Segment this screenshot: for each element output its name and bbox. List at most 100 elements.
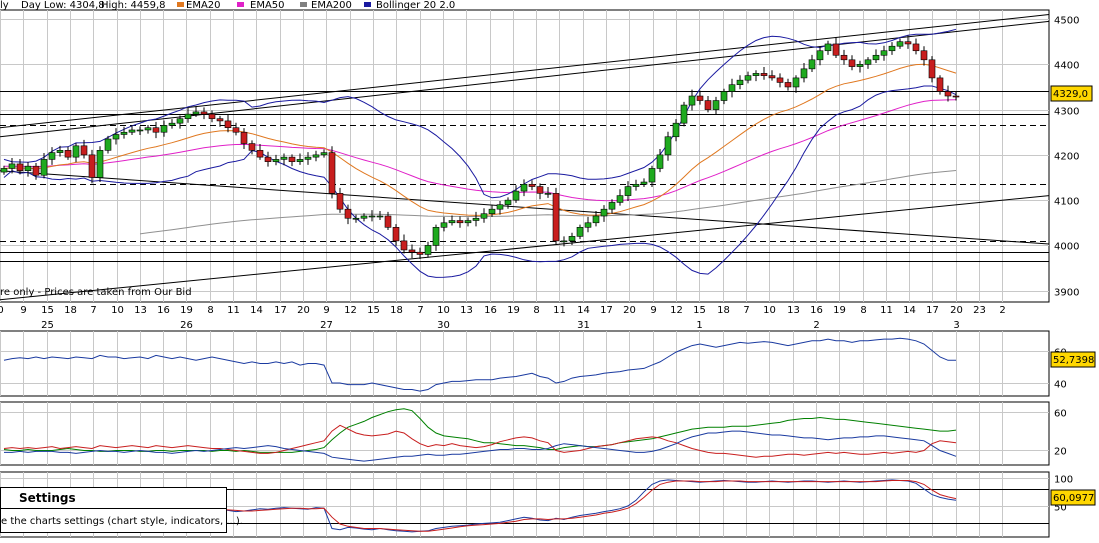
day-tick-label: 31 [577, 320, 590, 331]
price-tick-label: 4100 [1054, 197, 1079, 208]
bearish-candle [928, 59, 936, 79]
bullish-candle [752, 73, 760, 76]
bullish-candle [672, 122, 680, 138]
bullish-candle [472, 217, 480, 221]
hour-tick-label: 14 [577, 305, 590, 316]
bearish-candle [904, 41, 912, 45]
hour-tick-label: 19 [180, 305, 193, 316]
hour-tick-label: 9 [20, 305, 26, 316]
bearish-candle [760, 73, 768, 76]
bearish-candle [912, 43, 920, 52]
tooltip-body: e the charts settings (chart style, indi… [1, 516, 243, 527]
hour-tick-label: 9 [650, 305, 656, 316]
hour-tick-label: 13 [134, 305, 147, 316]
hour-tick-label: 11 [227, 305, 240, 316]
price-source-note: re only - Prices are taken from Our Bid [0, 287, 192, 298]
rsi-pane[interactable] [0, 330, 1050, 397]
bullish-candle [192, 111, 200, 115]
bullish-candle [520, 183, 528, 192]
bearish-candle [400, 240, 408, 251]
hour-tick-label: 16 [484, 305, 497, 316]
bearish-candle [696, 95, 704, 101]
bullish-candle [272, 159, 280, 162]
bullish-candle [680, 104, 688, 124]
bullish-candle [184, 113, 192, 119]
bearish-candle [776, 77, 784, 83]
bearish-candle [552, 193, 560, 242]
bullish-candle [56, 150, 64, 153]
bullish-candle [568, 236, 576, 242]
bullish-candle [424, 245, 432, 255]
bullish-candle [504, 199, 512, 205]
bullish-candle [368, 215, 376, 218]
bullish-candle [584, 222, 592, 228]
bullish-candle [656, 154, 664, 169]
hour-tick-label: 15 [41, 305, 54, 316]
bullish-candle [128, 129, 136, 133]
bullish-candle [640, 181, 648, 185]
hour-tick-label: 16 [157, 305, 170, 316]
bullish-candle [168, 122, 176, 126]
bullish-candle [120, 131, 128, 135]
bullish-candle [888, 45, 896, 52]
bullish-candle [616, 195, 624, 203]
price-tick-label: 4500 [1054, 16, 1079, 27]
bullish-candle [440, 222, 448, 228]
day-tick-label: 2 [813, 320, 819, 331]
bullish-candle [576, 227, 584, 237]
hour-tick-label: 13 [460, 305, 473, 316]
bullish-candle [112, 134, 120, 140]
legend-ema20: EMA20 [186, 0, 221, 11]
bearish-candle [152, 127, 160, 133]
bullish-candle [144, 127, 152, 131]
bearish-candle [224, 120, 232, 129]
hour-tick-label: 17 [926, 305, 939, 316]
hour-tick-label: 15 [693, 305, 706, 316]
bullish-candle [352, 217, 360, 220]
bullish-candle [728, 84, 736, 92]
bullish-candle [720, 91, 728, 101]
price-tick-label: 4400 [1054, 61, 1079, 72]
day-tick-label: 27 [320, 320, 333, 331]
bearish-candle [256, 150, 264, 158]
bearish-candle [768, 75, 776, 79]
bullish-candle [560, 240, 568, 243]
bullish-candle [736, 79, 744, 85]
hour-tick-label: 17 [274, 305, 287, 316]
hour-tick-label: 14 [903, 305, 916, 316]
bearish-candle [208, 113, 216, 119]
bearish-candle [832, 43, 840, 56]
rsi-badge-value: 52,7398 [1053, 355, 1094, 366]
day-tick-label: 25 [41, 320, 54, 331]
hour-tick-label: 7 [743, 305, 749, 316]
hour-tick-label: 18 [717, 305, 730, 316]
bullish-candle [864, 59, 872, 65]
hour-tick-label: 9 [323, 305, 329, 316]
hour-tick-label: 19 [507, 305, 520, 316]
bullish-candle [712, 100, 720, 110]
hour-tick-label: 0 [0, 305, 4, 316]
price-tick-label: 4300 [1054, 107, 1079, 118]
bullish-candle [488, 208, 496, 215]
ema50-swatch [237, 2, 244, 7]
hour-tick-label: 7 [90, 305, 96, 316]
ema20-swatch [177, 2, 184, 7]
hour-tick-label: 14 [250, 305, 263, 316]
hour-tick-label: 2 [999, 305, 1005, 316]
hour-tick-label: 18 [64, 305, 77, 316]
bullish-candle [448, 220, 456, 224]
legend-period: ly [0, 0, 9, 11]
legend-high: High: 4459,8 [101, 0, 166, 11]
bearish-candle [32, 165, 40, 176]
bullish-candle [360, 215, 368, 219]
bearish-candle [264, 156, 272, 162]
bearish-candle [536, 186, 544, 194]
bullish-candle [872, 54, 880, 61]
adx-pane[interactable] [0, 401, 1050, 466]
bullish-candle [688, 95, 696, 106]
bearish-candle [200, 111, 208, 115]
day-tick-label: 3 [953, 320, 959, 331]
bearish-candle [840, 54, 848, 61]
bullish-candle [632, 183, 640, 187]
trading-chart[interactable]: 4500440043004200410040003900604060201005… [0, 0, 1099, 543]
